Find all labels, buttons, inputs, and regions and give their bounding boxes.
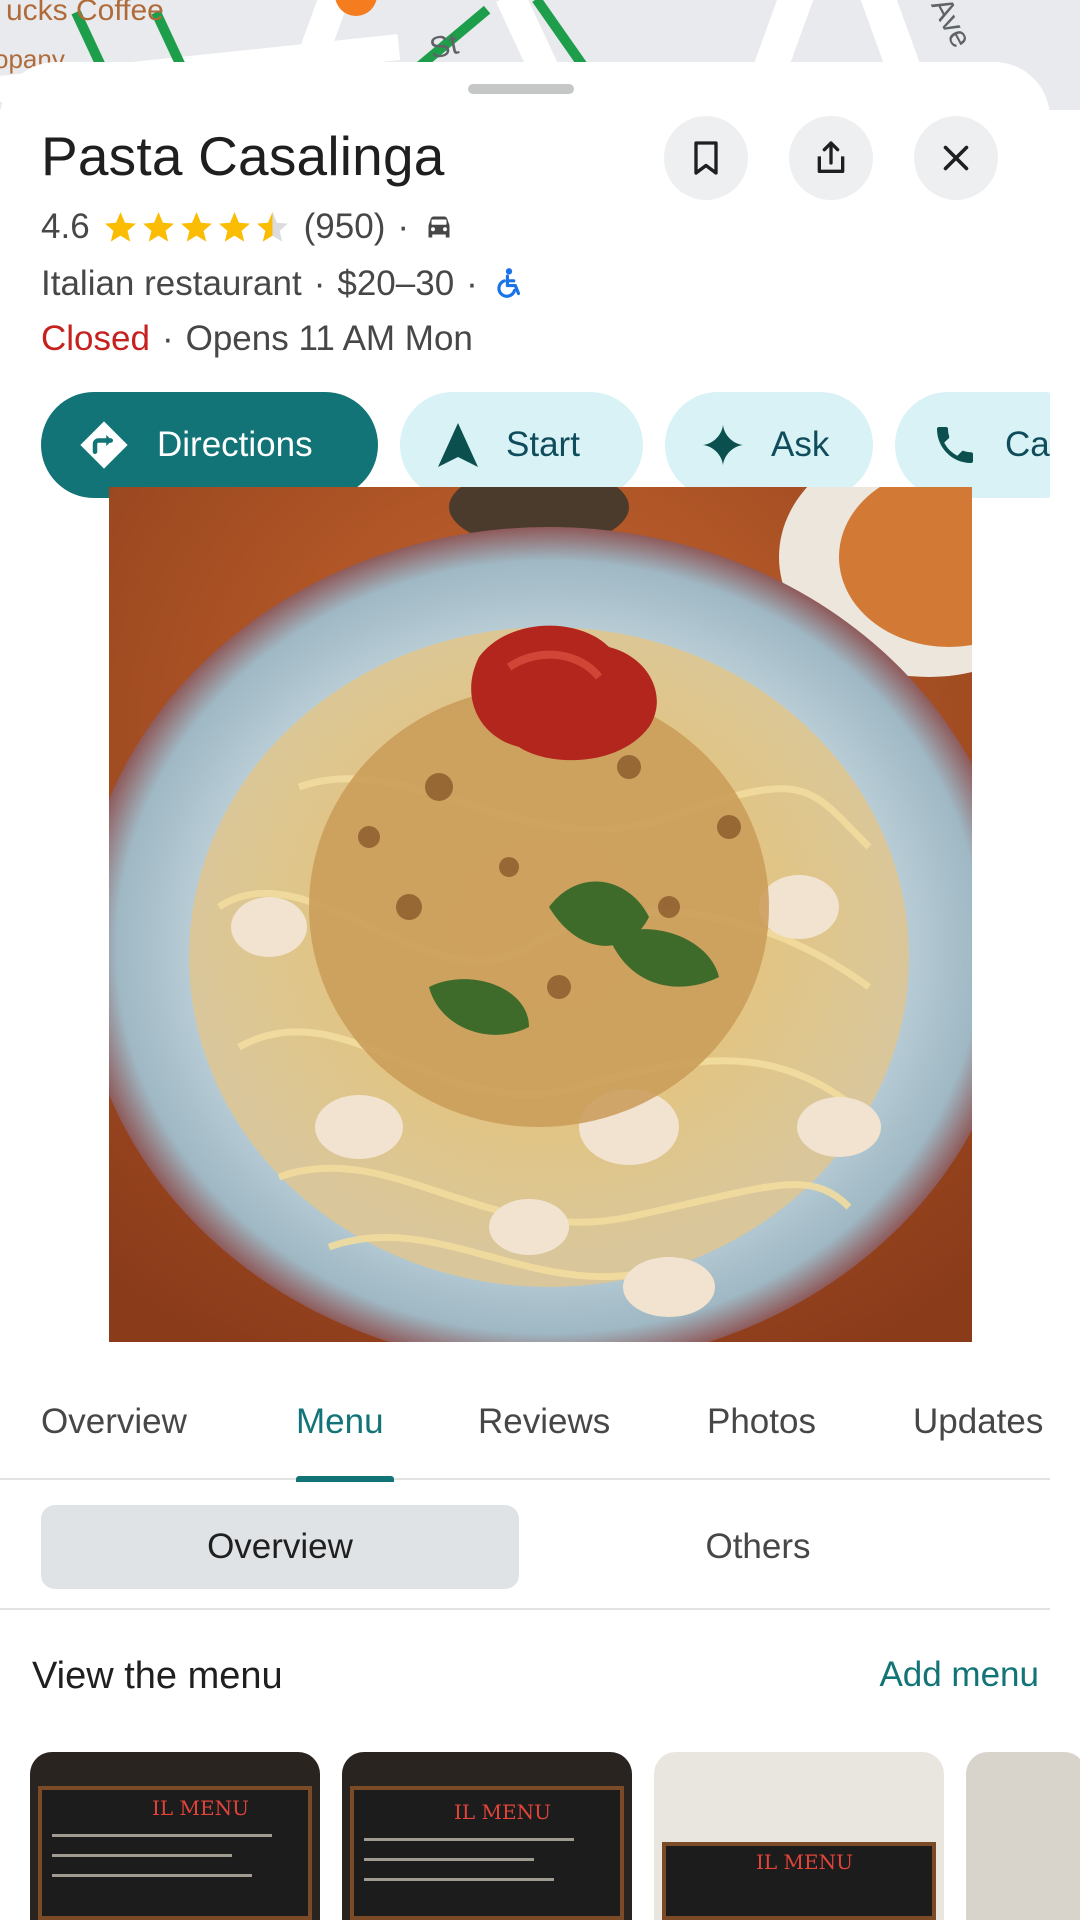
section-divider	[0, 1608, 1050, 1610]
directions-label: Directions	[157, 425, 313, 464]
tab-updates[interactable]: Updates	[913, 1402, 1043, 1442]
rating-row[interactable]: 4.6 (950) ·	[41, 205, 457, 249]
sparkle-icon	[701, 423, 745, 467]
separator: ·	[466, 264, 478, 303]
active-tab-indicator	[296, 1476, 394, 1482]
chalkboard: IL MENU	[38, 1786, 312, 1920]
chalk-line	[364, 1878, 554, 1881]
star-icon	[180, 211, 212, 242]
place-photo[interactable]	[109, 487, 972, 1342]
separator: ·	[161, 319, 174, 358]
pasta-dish-image	[109, 487, 972, 1342]
close-icon	[943, 145, 969, 171]
menu-photo[interactable]: IL MENU	[342, 1752, 632, 1920]
phone-icon	[931, 421, 979, 469]
action-buttons: Directions Start Ask Ca	[41, 392, 1050, 498]
add-menu-link[interactable]: Add menu	[879, 1655, 1039, 1695]
price-range: $20–30	[337, 264, 455, 303]
tab-overview[interactable]: Overview	[41, 1402, 187, 1442]
call-label: Ca	[1005, 425, 1050, 464]
navigation-arrow-icon	[436, 421, 480, 469]
chalk-line	[52, 1854, 232, 1857]
menu-board-text: IL MENU	[756, 1850, 853, 1874]
directions-icon	[77, 418, 131, 472]
call-button[interactable]: Ca	[895, 392, 1050, 498]
hours-row[interactable]: Closed · Opens 11 AM Mon	[41, 317, 473, 361]
menu-board-text: IL MENU	[454, 1800, 551, 1824]
menu-photo[interactable]: IL MENU	[30, 1752, 320, 1920]
close-button[interactable]	[914, 116, 998, 200]
opening-hours: Opens 11 AM Mon	[185, 319, 473, 358]
half-star-icon	[256, 211, 288, 242]
star-icon	[142, 211, 174, 242]
wheelchair-accessible-icon	[497, 268, 520, 298]
menu-segment-overview[interactable]: Overview	[41, 1505, 519, 1589]
place-title: Pasta Casalinga	[41, 125, 445, 187]
tab-menu[interactable]: Menu	[296, 1402, 384, 1442]
menu-segment-others[interactable]: Others	[519, 1505, 997, 1589]
chalk-line	[52, 1834, 272, 1837]
tab-reviews[interactable]: Reviews	[478, 1402, 610, 1442]
save-button[interactable]	[664, 116, 748, 200]
map-label-poi: ucks Coffee	[6, 0, 164, 27]
menu-photo[interactable]	[966, 1752, 1080, 1920]
chalk-line	[364, 1838, 574, 1841]
separator: ·	[397, 207, 410, 246]
menu-board-text: IL MENU	[152, 1796, 249, 1820]
star-icon	[218, 211, 250, 242]
chalkboard: IL MENU	[662, 1842, 936, 1920]
menu-section-title: View the menu	[32, 1655, 283, 1697]
bookmark-icon	[694, 141, 718, 175]
start-label: Start	[506, 425, 580, 464]
drag-handle[interactable]	[468, 84, 574, 94]
open-status: Closed	[41, 319, 150, 358]
place-category: Italian restaurant	[41, 264, 302, 303]
map-label-avenue: Ave	[924, 0, 978, 54]
share-button[interactable]	[789, 116, 873, 200]
menu-photos: IL MENU IL MENU IL MENU	[30, 1752, 1080, 1920]
category-row: Italian restaurant · $20–30 ·	[41, 262, 528, 306]
chalkboard: IL MENU	[350, 1786, 624, 1920]
car-icon	[428, 216, 450, 238]
menu-photo[interactable]: IL MENU	[654, 1752, 944, 1920]
tab-photos[interactable]: Photos	[707, 1402, 816, 1442]
chalk-line	[52, 1874, 252, 1877]
star-icon	[104, 211, 136, 242]
place-tabs: Overview Menu Reviews Photos Updates	[0, 1380, 1050, 1480]
separator: ·	[313, 264, 326, 303]
star-rating	[102, 209, 292, 246]
share-icon	[817, 141, 845, 173]
chalk-line	[364, 1858, 534, 1861]
rating-value: 4.6	[41, 207, 90, 246]
ask-label: Ask	[771, 425, 830, 464]
directions-button[interactable]: Directions	[41, 392, 378, 498]
review-count: (950)	[303, 207, 386, 246]
ask-button[interactable]: Ask	[665, 392, 873, 498]
start-button[interactable]: Start	[400, 392, 643, 498]
